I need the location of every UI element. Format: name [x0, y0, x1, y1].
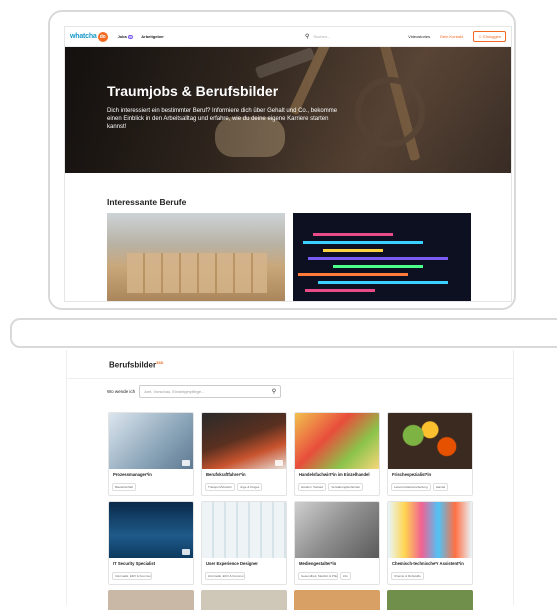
divider [67, 377, 513, 379]
job-tile[interactable]: Chemisch-technische*r Assistent*in Chemi… [387, 500, 473, 585]
berufsbilder-count: 338 [156, 360, 163, 365]
search-placeholder: Amt, Vorschau, Einsteigerpflege... [144, 388, 205, 394]
video-icon [182, 548, 190, 555]
video-icon [182, 459, 190, 466]
berufsbilder-title: Berufsbilder338 [109, 360, 163, 370]
tag: Bauwirtschaft [112, 482, 137, 491]
job-tile[interactable]: Frischespezialist*in Lebensmittelverarbe… [387, 411, 473, 496]
logo-text: whatcha [70, 33, 97, 40]
berufsbilder-section: Berufsbilder338 Wo wende ich Amt, Vorsch… [66, 350, 514, 610]
search-icon: ⚲ [305, 34, 310, 40]
nav-arbeitgeber[interactable]: Arbeitgeber [141, 34, 163, 39]
hero-title: Traumjobs & Berufsbilder [107, 83, 279, 99]
contact-link[interactable]: Dein Kontakt [440, 34, 463, 39]
tag: ringe & Kluges [236, 482, 263, 491]
hero-text: Dich interessiert ein bestimmter Beruf? … [107, 108, 338, 130]
logo[interactable]: whatcha do [70, 31, 108, 42]
job-title: Berufskraftfahrer*in [206, 471, 246, 477]
job-tile[interactable]: User Experience Designer informatik, EDV… [201, 500, 287, 585]
header-search[interactable]: ⚲ Suchen... [305, 33, 330, 40]
nav-jobs[interactable]: Jobs 20 [118, 34, 134, 39]
job-tile-partial[interactable] [294, 589, 380, 610]
login-button[interactable]: ☺ Einloggen [473, 31, 506, 42]
job-tile[interactable]: Prozessmanager*in Bauwirtschaft [108, 411, 194, 496]
video-icon [275, 459, 283, 466]
berufsbilder-grid: Prozessmanager*in Bauwirtschaft Berufskr… [108, 411, 513, 610]
code-card-image[interactable] [293, 213, 471, 301]
tag: Transport/Verkehr [205, 482, 235, 491]
tag: Lebensmittelverarbeitung [391, 482, 431, 491]
job-tile[interactable]: Mediengestalter*in Gesundheit, Medizin &… [294, 500, 380, 585]
job-title: User Experience Designer [206, 560, 258, 566]
job-tile-partial[interactable] [108, 589, 194, 610]
tag: Chemie & Rohstoffe [391, 571, 424, 580]
berufsbilder-search-row: Wo wende ich Amt, Vorschau, Einsteigerpf… [107, 384, 513, 398]
interesting-cards [107, 213, 511, 301]
laptop-screen: whatcha do Jobs 20 Arbeitgeber ⚲ Suchen..… [64, 26, 512, 302]
job-title: Frischespezialist*in [392, 471, 432, 477]
tag: Handel / Verkauf [298, 482, 327, 491]
job-tile-partial[interactable] [201, 589, 287, 610]
jobs-badge: 20 [127, 35, 134, 39]
job-tile[interactable]: Handelsfachwirt*in im Einzelhandel Hande… [294, 411, 380, 496]
header-right: Videostories Dein Kontakt ☺ Einloggen [408, 31, 506, 42]
hero-banner: Traumjobs & Berufsbilder Dich interessie… [65, 47, 511, 173]
search-icon[interactable]: ⚲ [272, 388, 276, 395]
job-tile[interactable]: Berufskraftfahrer*in Transport/Verkehr ri… [201, 411, 287, 496]
tag: Handel [432, 482, 449, 491]
header-search-placeholder: Suchen... [313, 34, 331, 39]
job-title: Handelsfachwirt*in im Einzelhandel [299, 471, 370, 477]
tag: Gesundheit, Medizin & Pflege [298, 571, 338, 580]
logo-do: do [97, 31, 108, 42]
site-header: whatcha do Jobs 20 Arbeitgeber ⚲ Suchen..… [65, 27, 511, 47]
job-tile-partial[interactable] [387, 589, 473, 610]
tag: info [340, 571, 351, 580]
job-title: IT Security Specialist [113, 560, 156, 566]
interesting-title: Interessante Berufe [107, 197, 187, 207]
laptop-base [10, 318, 557, 348]
main-nav: Jobs 20 Arbeitgeber [118, 34, 164, 39]
job-title: Chemisch-technische*r Assistent*in [392, 560, 464, 566]
warehouse-card-image[interactable] [107, 213, 285, 301]
tag: Informatik, EDV & Kommunikationstechnik [112, 571, 152, 580]
job-title: Prozessmanager*in [113, 471, 152, 477]
search-label: Wo wende ich [107, 388, 136, 394]
job-tile[interactable]: IT Security Specialist Informatik, EDV &… [108, 500, 194, 585]
job-title: Mediengestalter*in [299, 560, 337, 566]
tag: informatik, EDV & Kommunikationstechnik [205, 571, 245, 580]
videostories-link[interactable]: Videostories [408, 34, 430, 39]
berufsbilder-search-input[interactable]: Amt, Vorschau, Einsteigerpflege... ⚲ [139, 384, 282, 398]
tag: Verwaltungsbehörden [328, 482, 364, 491]
